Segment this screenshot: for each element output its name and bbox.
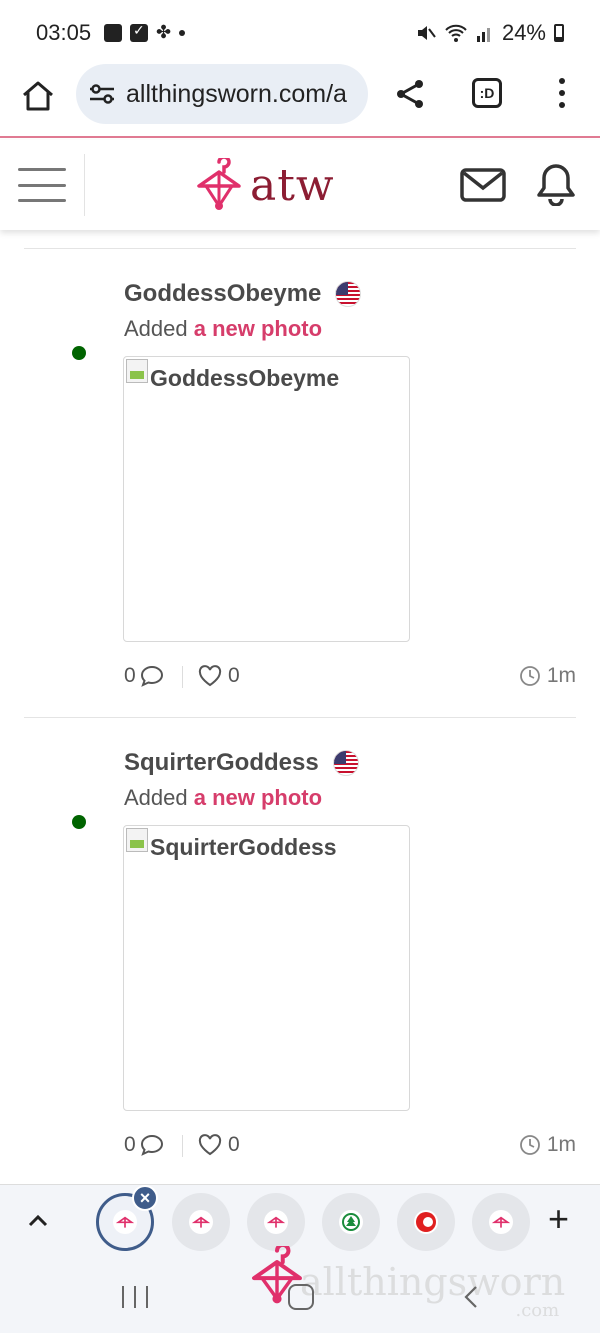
notification-bell-icon[interactable]	[536, 162, 576, 206]
site-header: atw	[0, 140, 600, 230]
action-prefix: Added	[124, 316, 188, 341]
menu-icon[interactable]	[18, 168, 66, 202]
status-time: 03:05	[36, 20, 92, 45]
status-bar: 03:05 ✤ 24%	[0, 0, 600, 64]
heart-icon	[198, 1134, 222, 1156]
us-flag-icon	[332, 750, 359, 776]
clock-icon	[519, 666, 540, 686]
comment-icon	[140, 665, 163, 687]
like-button[interactable]: 0	[198, 664, 240, 688]
more-menu-icon[interactable]	[552, 78, 572, 108]
comment-button[interactable]: 0	[124, 664, 164, 688]
comment-icon	[140, 1134, 163, 1156]
post-time: 1m	[519, 664, 576, 688]
battery-percent: 24%	[501, 20, 546, 45]
clock-icon	[519, 1135, 540, 1155]
feed-stats: 0 0 1m	[124, 662, 576, 692]
photo-thumbnail[interactable]: SquirterGoddess	[123, 825, 410, 1111]
feed-divider	[24, 717, 576, 718]
site-logo[interactable]: atw	[194, 158, 335, 212]
checkbox-icon	[130, 22, 148, 42]
logo-text: atw	[250, 159, 335, 211]
comment-count: 0	[124, 664, 136, 687]
comment-count: 0	[124, 1133, 136, 1156]
us-flag-icon	[335, 281, 362, 307]
photo-thumbnail[interactable]: GoddessObeyme	[123, 356, 410, 642]
feed-username[interactable]: SquirterGoddess	[124, 749, 359, 777]
address-bar[interactable]: allthingsworn.com/a	[76, 64, 368, 124]
like-button[interactable]: 0	[198, 1133, 240, 1157]
tabs-button[interactable]: :D	[472, 78, 502, 108]
atw-favicon-icon	[264, 1210, 288, 1234]
chevron-up-icon[interactable]	[26, 1209, 50, 1233]
gallery-icon	[104, 23, 122, 42]
online-indicator	[72, 346, 86, 360]
fan-icon: ✤	[156, 22, 172, 42]
tab-red-circle[interactable]	[397, 1193, 455, 1251]
hanger-logo-icon	[197, 158, 241, 210]
atw-favicon-icon	[189, 1210, 213, 1234]
site-settings-icon[interactable]	[88, 84, 116, 104]
home-icon[interactable]	[20, 78, 56, 114]
watermark-text: allthingsworn	[300, 1260, 566, 1304]
watermark-suffix: .com	[515, 1300, 560, 1321]
atw-favicon-icon	[489, 1210, 513, 1234]
signal-icon	[476, 28, 490, 42]
comment-button[interactable]: 0	[124, 1133, 164, 1157]
feed-stats: 0 0 1m	[124, 1131, 576, 1161]
atw-favicon-icon	[113, 1210, 137, 1234]
tab-atw[interactable]	[172, 1193, 230, 1251]
stats-divider	[182, 666, 183, 688]
username-text[interactable]: SquirterGoddess	[124, 749, 319, 777]
dot-icon	[179, 29, 186, 36]
close-tab-icon[interactable]: ×	[132, 1185, 158, 1211]
mail-icon[interactable]	[460, 168, 506, 202]
broken-image-icon	[126, 828, 148, 852]
like-count: 0	[228, 1133, 240, 1156]
feed-action: Added a new photo	[124, 785, 322, 811]
tab-tree[interactable]	[322, 1193, 380, 1251]
post-time: 1m	[519, 1133, 576, 1157]
feed-action: Added a new photo	[124, 316, 322, 342]
wifi-icon	[445, 24, 467, 42]
time-text: 1m	[546, 664, 576, 687]
new-photo-link[interactable]: a new photo	[194, 316, 322, 341]
tree-favicon-icon	[339, 1210, 363, 1234]
battery-icon	[554, 24, 564, 42]
system-navigation-bar: allthingsworn .com	[0, 1246, 600, 1333]
photo-alt-text: SquirterGoddess	[150, 834, 337, 860]
new-photo-link[interactable]: a new photo	[194, 785, 322, 810]
tab-atw[interactable]	[472, 1193, 530, 1251]
red-circle-favicon-icon	[414, 1210, 438, 1234]
stats-divider	[182, 1135, 183, 1157]
share-icon[interactable]	[392, 76, 428, 112]
url-text[interactable]: allthingsworn.com/a	[126, 80, 347, 109]
back-icon[interactable]	[460, 1284, 482, 1310]
watermark-hanger-icon	[252, 1246, 302, 1304]
browser-toolbar: allthingsworn.com/a :D	[0, 64, 600, 138]
feed-username[interactable]: GoddessObeyme	[124, 280, 362, 308]
like-count: 0	[228, 664, 240, 687]
tab-atw[interactable]	[247, 1193, 305, 1251]
system-icons: 24%	[416, 20, 564, 46]
recents-icon[interactable]	[122, 1286, 148, 1308]
header-divider	[84, 154, 85, 216]
watermark: allthingsworn .com	[300, 1260, 566, 1321]
username-text[interactable]: GoddessObeyme	[124, 280, 321, 308]
feed-divider	[24, 248, 576, 249]
photo-alt-text: GoddessObeyme	[150, 365, 340, 391]
broken-image-icon	[126, 359, 148, 383]
action-prefix: Added	[124, 785, 188, 810]
time-text: 1m	[546, 1133, 576, 1156]
online-indicator	[72, 815, 86, 829]
notification-icons: ✤	[104, 22, 186, 43]
new-tab-button[interactable]: +	[548, 1201, 569, 1237]
mute-icon	[417, 26, 436, 40]
heart-icon	[198, 665, 222, 687]
